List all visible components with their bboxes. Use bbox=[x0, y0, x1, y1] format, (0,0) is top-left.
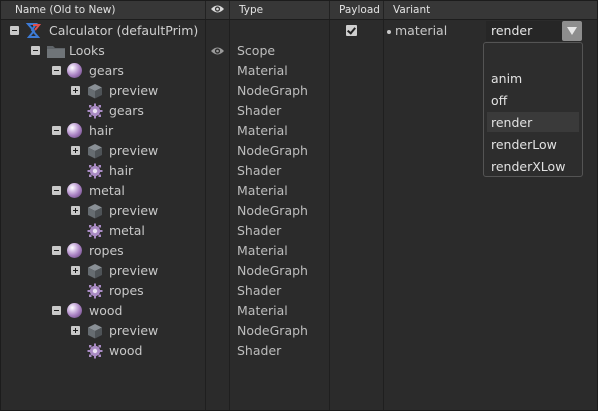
tree-row-shader[interactable]: wood Shader bbox=[1, 341, 597, 361]
collapse-toggle[interactable] bbox=[52, 66, 61, 75]
cube-icon bbox=[87, 143, 104, 160]
gear-icon bbox=[87, 163, 104, 180]
tree-row-shader[interactable]: metal Shader bbox=[1, 221, 597, 241]
shader-label: ropes bbox=[109, 283, 144, 298]
variant-option[interactable] bbox=[487, 46, 579, 66]
material-type: Material bbox=[237, 183, 288, 198]
shader-type: Shader bbox=[237, 103, 282, 118]
chevron-down-icon[interactable] bbox=[562, 21, 582, 41]
material-sphere-icon bbox=[67, 123, 82, 138]
nodegraph-type: NodeGraph bbox=[237, 83, 308, 98]
header-name[interactable]: Name (Old to New) bbox=[15, 4, 115, 16]
nodegraph-type: NodeGraph bbox=[237, 143, 308, 158]
nodegraph-label: preview bbox=[109, 203, 159, 218]
expand-toggle[interactable] bbox=[71, 266, 80, 275]
nodegraph-type: NodeGraph bbox=[237, 203, 308, 218]
tree-row-nodegraph[interactable]: preview NodeGraph bbox=[1, 201, 597, 221]
payload-checkbox[interactable] bbox=[346, 25, 357, 36]
eye-icon[interactable] bbox=[210, 3, 225, 18]
material-label: ropes bbox=[89, 243, 124, 258]
material-sphere-icon bbox=[67, 183, 82, 198]
shader-label: hair bbox=[109, 163, 134, 178]
expand-toggle[interactable] bbox=[71, 206, 80, 215]
material-label: hair bbox=[89, 123, 114, 138]
header-variant[interactable]: Variant bbox=[393, 4, 430, 16]
variant-option[interactable]: anim bbox=[487, 68, 579, 88]
tree-row-nodegraph[interactable]: preview NodeGraph bbox=[1, 321, 597, 341]
gear-icon bbox=[87, 223, 104, 240]
shader-label: wood bbox=[109, 343, 143, 358]
tree-row-material[interactable]: metal Material bbox=[1, 181, 597, 201]
header-type[interactable]: Type bbox=[239, 4, 263, 16]
tree-row-material[interactable]: ropes Material bbox=[1, 241, 597, 261]
variant-option[interactable]: off bbox=[487, 90, 579, 110]
nodegraph-type: NodeGraph bbox=[237, 323, 308, 338]
material-type: Material bbox=[237, 123, 288, 138]
cube-icon bbox=[87, 83, 104, 100]
cube-icon bbox=[87, 323, 104, 340]
variant-option[interactable]: renderLow bbox=[487, 134, 579, 154]
expand-toggle[interactable] bbox=[71, 146, 80, 155]
variant-option[interactable]: render bbox=[487, 112, 579, 132]
folder-icon bbox=[47, 44, 65, 61]
collapse-toggle[interactable] bbox=[52, 126, 61, 135]
collapse-toggle[interactable] bbox=[52, 246, 61, 255]
material-label: gears bbox=[89, 63, 124, 78]
tree-row-shader[interactable]: ropes Shader bbox=[1, 281, 597, 301]
material-type: Material bbox=[237, 63, 288, 78]
nodegraph-type: NodeGraph bbox=[237, 263, 308, 278]
collapse-toggle[interactable] bbox=[10, 26, 19, 35]
cube-icon bbox=[87, 203, 104, 220]
material-sphere-icon bbox=[67, 63, 82, 78]
collapse-toggle[interactable] bbox=[52, 186, 61, 195]
header-payload[interactable]: Payload bbox=[339, 4, 380, 16]
shader-label: gears bbox=[109, 103, 144, 118]
shader-type: Shader bbox=[237, 343, 282, 358]
gear-icon bbox=[87, 283, 104, 300]
eye-icon[interactable] bbox=[210, 45, 225, 60]
variant-dropdown-menu: anim off render renderLow renderXLow bbox=[483, 42, 583, 177]
variant-option[interactable]: renderXLow bbox=[487, 156, 579, 176]
nodegraph-label: preview bbox=[109, 83, 159, 98]
material-sphere-icon bbox=[67, 243, 82, 258]
nodegraph-label: preview bbox=[109, 323, 159, 338]
variant-dropdown-value: render bbox=[491, 23, 533, 38]
cube-icon bbox=[87, 263, 104, 280]
collapse-toggle[interactable] bbox=[31, 46, 40, 55]
shader-label: metal bbox=[109, 223, 145, 238]
looks-label: Looks bbox=[69, 43, 105, 58]
material-label: wood bbox=[89, 303, 123, 318]
shader-type: Shader bbox=[237, 223, 282, 238]
material-sphere-icon bbox=[67, 303, 82, 318]
material-type: Material bbox=[237, 243, 288, 258]
expand-toggle[interactable] bbox=[71, 86, 80, 95]
usd-prim-icon bbox=[25, 22, 42, 39]
root-prim-label: Calculator (defaultPrim) bbox=[49, 23, 199, 38]
expand-toggle[interactable] bbox=[71, 326, 80, 335]
gear-icon bbox=[87, 103, 104, 120]
shader-type: Shader bbox=[237, 283, 282, 298]
looks-type: Scope bbox=[237, 43, 276, 58]
tree-row-nodegraph[interactable]: preview NodeGraph bbox=[1, 261, 597, 281]
column-header: Name (Old to New) Type Payload Variant bbox=[1, 1, 597, 20]
nodegraph-label: preview bbox=[109, 263, 159, 278]
variant-dropdown[interactable]: render bbox=[486, 21, 582, 41]
variant-set-label: material bbox=[387, 23, 447, 38]
gear-icon bbox=[87, 343, 104, 360]
collapse-toggle[interactable] bbox=[52, 306, 61, 315]
shader-type: Shader bbox=[237, 163, 282, 178]
tree-row-material[interactable]: wood Material bbox=[1, 301, 597, 321]
usd-stage-outliner: Name (Old to New) Type Payload Variant C… bbox=[0, 0, 598, 411]
material-type: Material bbox=[237, 303, 288, 318]
material-label: metal bbox=[89, 183, 125, 198]
nodegraph-label: preview bbox=[109, 143, 159, 158]
